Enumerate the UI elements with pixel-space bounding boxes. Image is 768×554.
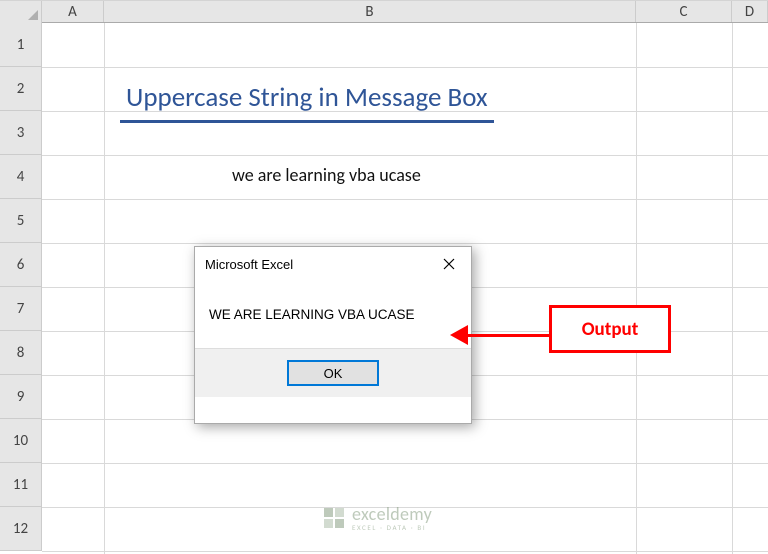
- dialog-footer: OK: [195, 349, 471, 397]
- row-header-7[interactable]: 7: [0, 287, 42, 331]
- row-header-9[interactable]: 9: [0, 375, 42, 419]
- watermark-logo-icon: [322, 506, 346, 530]
- col-header-D[interactable]: D: [732, 1, 768, 22]
- row-header-3[interactable]: 3: [0, 111, 42, 155]
- close-icon[interactable]: [427, 248, 471, 280]
- col-header-A[interactable]: A: [42, 1, 104, 22]
- annotation-arrow: [450, 325, 550, 345]
- dialog-message: WE ARE LEARNING VBA UCASE: [209, 307, 459, 322]
- row-header-10[interactable]: 10: [0, 419, 42, 463]
- row-header-4[interactable]: 4: [0, 155, 42, 199]
- row-headers: 1 2 3 4 5 6 7 8 9 10 11 12: [0, 23, 42, 551]
- col-header-C[interactable]: C: [636, 1, 732, 22]
- select-all-corner[interactable]: [0, 1, 42, 23]
- watermark-brand: exceldemy: [352, 503, 432, 525]
- row-header-8[interactable]: 8: [0, 331, 42, 375]
- source-text-cell[interactable]: we are learning vba ucase: [232, 164, 421, 186]
- dialog-title: Microsoft Excel: [205, 257, 293, 272]
- col-header-B[interactable]: B: [104, 1, 636, 22]
- row-header-5[interactable]: 5: [0, 199, 42, 243]
- excel-sheet: A B C D 1 2 3 4 5 6 7 8 9 10 11 12 Upper…: [0, 0, 768, 553]
- output-callout: Output: [549, 305, 671, 353]
- row-header-1[interactable]: 1: [0, 23, 42, 67]
- dialog-titlebar[interactable]: Microsoft Excel: [195, 247, 471, 281]
- watermark-tagline: EXCEL · DATA · BI: [352, 523, 432, 532]
- column-headers: A B C D: [0, 1, 768, 23]
- row-header-11[interactable]: 11: [0, 463, 42, 507]
- row-header-12[interactable]: 12: [0, 507, 42, 551]
- arrow-line: [464, 334, 550, 337]
- page-title: Uppercase String in Message Box: [120, 81, 494, 123]
- message-box: Microsoft Excel WE ARE LEARNING VBA UCAS…: [194, 246, 472, 424]
- dialog-body: WE ARE LEARNING VBA UCASE: [195, 281, 471, 349]
- row-header-6[interactable]: 6: [0, 243, 42, 287]
- row-header-2[interactable]: 2: [0, 67, 42, 111]
- ok-button[interactable]: OK: [287, 360, 379, 386]
- watermark: exceldemy EXCEL · DATA · BI: [322, 503, 432, 532]
